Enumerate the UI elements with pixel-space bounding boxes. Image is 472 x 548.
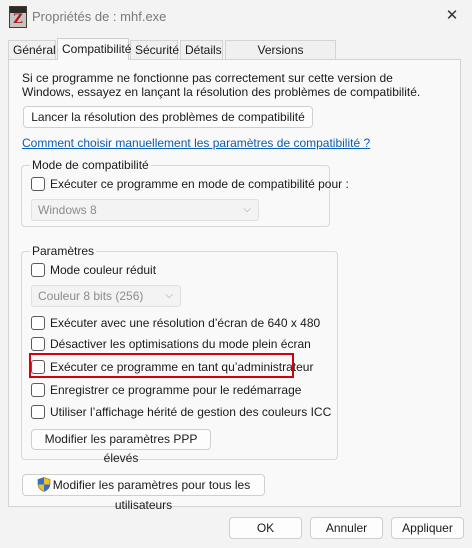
app-icon-letter: Z bbox=[13, 12, 23, 27]
os-version-value: Windows 8 bbox=[38, 203, 97, 217]
res-640-checkbox[interactable] bbox=[31, 315, 45, 330]
close-icon[interactable]: ✕ bbox=[442, 6, 462, 26]
tab-general[interactable]: Général bbox=[8, 40, 56, 59]
reduced-color-label: Mode couleur réduit bbox=[50, 263, 157, 277]
register-restart-checkbox[interactable] bbox=[31, 382, 45, 397]
os-version-select[interactable]: Windows 8 ⌵ bbox=[31, 199, 259, 221]
tab-compatibility[interactable]: Compatibilité bbox=[57, 38, 131, 60]
res-640-label: Exécuter avec une résolution d’écran de … bbox=[50, 316, 321, 330]
compat-mode-checkbox[interactable] bbox=[31, 176, 45, 191]
legacy-icc-checkbox[interactable] bbox=[31, 404, 45, 419]
tab-details[interactable]: Détails bbox=[180, 40, 223, 59]
register-restart-option[interactable]: Enregistrer ce programme pour le redémar… bbox=[31, 382, 301, 398]
color-depth-value: Couleur 8 bits (256) bbox=[38, 289, 144, 303]
disable-fullscreen-label: Désactiver les optimisations du mode ple… bbox=[50, 337, 311, 351]
apply-button[interactable]: Appliquer bbox=[391, 517, 464, 539]
app-icon: Z bbox=[9, 6, 27, 28]
uac-shield-icon bbox=[37, 477, 51, 493]
legacy-icc-label: Utiliser l’affichage hérité de gestion d… bbox=[50, 405, 332, 419]
color-depth-select[interactable]: Couleur 8 bits (256) ⌵ bbox=[31, 285, 181, 307]
title-bar: Z Propriétés de : mhf.exe ✕ bbox=[0, 0, 472, 34]
intro-text: Si ce programme ne fonctionne pas correc… bbox=[22, 71, 421, 99]
tab-previous-versions[interactable]: Versions précédentes bbox=[225, 40, 336, 76]
compat-mode-legend: Mode de compatibilité bbox=[30, 158, 151, 172]
settings-legend: Paramètres bbox=[30, 244, 97, 258]
all-users-label: Modifier les paramètres pour tous les ut… bbox=[52, 478, 251, 512]
tab-strip: Général Compatibilité Sécurité Détails V… bbox=[0, 38, 472, 76]
tab-security[interactable]: Sécurité bbox=[130, 40, 179, 59]
chevron-down-icon: ⌵ bbox=[165, 290, 173, 301]
compatibility-panel: Si ce programme ne fonctionne pas correc… bbox=[8, 59, 461, 512]
ok-button[interactable]: OK bbox=[229, 517, 302, 539]
disable-fullscreen-option[interactable]: Désactiver les optimisations du mode ple… bbox=[31, 336, 311, 352]
compat-mode-option[interactable]: Exécuter ce programme en mode de compati… bbox=[31, 176, 349, 192]
res-640-option[interactable]: Exécuter avec une résolution d’écran de … bbox=[31, 315, 320, 331]
manual-settings-link[interactable]: Comment choisir manuellement les paramèt… bbox=[22, 136, 370, 150]
reduced-color-checkbox[interactable] bbox=[31, 262, 45, 277]
compat-mode-label: Exécuter ce programme en mode de compati… bbox=[50, 177, 349, 191]
compat-mode-group: Mode de compatibilité Exécuter ce progra… bbox=[21, 158, 349, 227]
register-restart-label: Enregistrer ce programme pour le redémar… bbox=[50, 383, 302, 397]
legacy-icc-option[interactable]: Utiliser l’affichage hérité de gestion d… bbox=[31, 404, 331, 420]
troubleshoot-button[interactable]: Lancer la résolution des problèmes de co… bbox=[23, 106, 313, 128]
reduced-color-option[interactable]: Mode couleur réduit bbox=[31, 262, 156, 278]
cancel-button[interactable]: Annuler bbox=[310, 517, 383, 539]
run-as-admin-highlight bbox=[29, 353, 294, 378]
chevron-down-icon: ⌵ bbox=[243, 204, 251, 215]
disable-fullscreen-checkbox[interactable] bbox=[31, 336, 45, 351]
all-users-button[interactable]: Modifier les paramètres pour tous les ut… bbox=[22, 474, 265, 512]
dpi-settings-button[interactable]: Modifier les paramètres PPP élevés bbox=[31, 429, 211, 465]
window-title: Propriétés de : mhf.exe bbox=[32, 9, 167, 24]
